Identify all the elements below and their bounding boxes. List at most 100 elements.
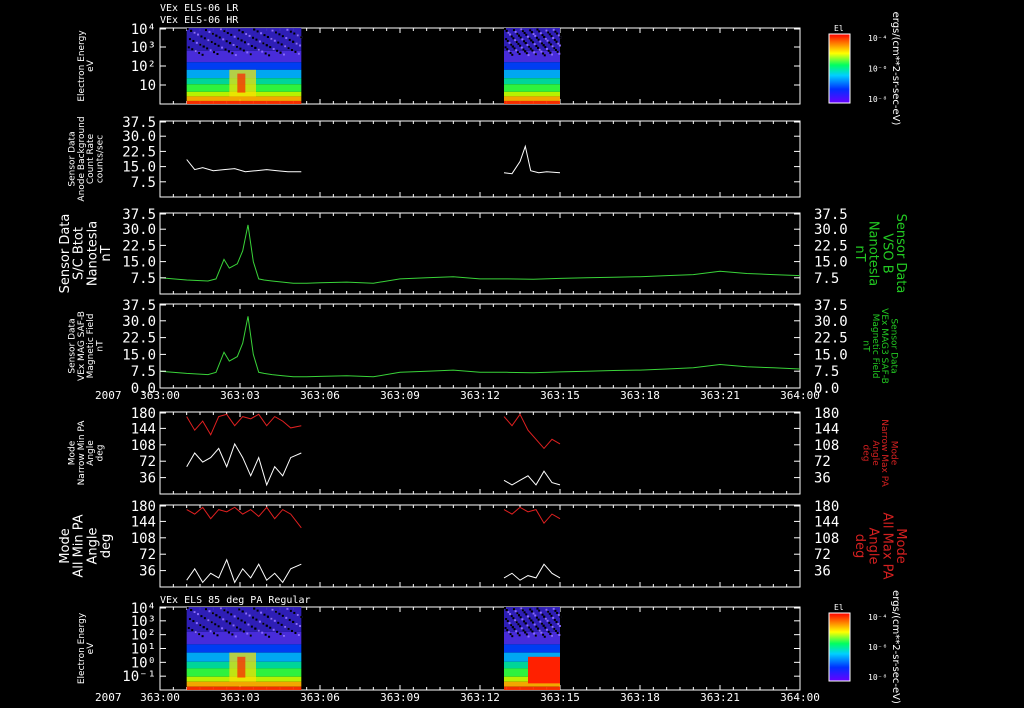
els_lr_hr_spectrogram-speckle [200,35,203,38]
els_85deg_pa-speckle [239,628,242,631]
els_85deg_pa-speckle [510,624,513,627]
y-tick-label: 22.5 [122,144,156,160]
els_lr_hr_spectrogram-speckle [274,31,277,34]
els_lr_hr_spectrogram-speckle [198,51,201,54]
els_lr_hr_spectrogram-speckle [272,47,275,50]
els_85deg_pa-speckle [245,612,248,615]
els_85deg_pa-speckle [505,609,508,612]
colorbar-tick: 10⁻⁶ [868,65,887,74]
time-label: 364:00 [780,691,820,704]
els_lr_hr_spectrogram-speckle [547,31,550,34]
els_lr_hr_spectrogram-speckle [517,42,520,45]
els_lr_hr_spectrogram-band [504,50,560,63]
els_lr_hr_spectrogram-speckle [263,34,266,37]
els_85deg_pa-speckle [281,614,284,617]
els_lr_hr_spectrogram-speckle [540,50,543,53]
els_85deg_pa-speckle [222,618,225,621]
y-tick-label-right: 144 [814,514,839,530]
y-tick-label: 180 [131,499,156,515]
els_lr_hr_spectrogram-speckle [548,41,551,44]
els_85deg_pa-speckle [551,634,554,637]
els_lr_hr_spectrogram-speckle [516,51,519,54]
all_mode_pa-series-1 [186,558,302,584]
els_lr_hr_spectrogram-speckle [557,42,560,45]
all_mode_pa-series-0 [186,506,302,529]
els_85deg_pa-speckle [550,614,553,617]
els_lr_hr_spectrogram-speckle [190,29,193,32]
els_lr_hr_spectrogram-speckle [242,49,245,52]
els_lr_hr_spectrogram-speckle [214,42,217,45]
els_85deg_pa-speckle [269,626,272,629]
els_85deg_pa-speckle [299,625,302,628]
els_85deg_pa-speckle [511,635,514,638]
els_lr_hr_spectrogram-speckle [527,54,530,57]
els_85deg_pa-speckle [279,632,282,635]
time-label: 363:06 [300,691,340,704]
els_lr_hr_spectrogram-hot [237,73,246,93]
vex-els-summary-plot: VEx ELS-06 LR VEx ELS-06 HR VEx ELS 85 d… [0,0,1024,708]
els_85deg_pa-speckle [504,627,507,630]
els_85deg_pa-speckle [517,623,520,626]
els_85deg_pa-speckle [519,616,522,619]
els_85deg_pa-speckle [190,609,193,612]
els_lr_hr_spectrogram-speckle [538,48,541,51]
els_lr_hr_spectrogram-speckle [526,43,529,46]
els_lr_hr_spectrogram-speckle [554,30,557,33]
els_lr_hr_spectrogram-speckle [261,50,264,53]
els_lr_hr_spectrogram-speckle [196,33,199,36]
els_lr_hr_spectrogram-speckle [559,36,562,39]
y-tick-label: 7.5 [131,364,156,380]
els_85deg_pa-speckle [198,633,201,636]
y-tick-label: 30.0 [122,222,156,238]
els_85deg_pa-speckle [536,607,539,610]
els_85deg_pa-speckle [547,610,550,613]
y-tick-label-right: 144 [814,421,839,437]
els_85deg_pa-speckle [534,634,537,637]
y-tick-label-right: 37.5 [814,298,848,314]
els_85deg_pa-band [186,686,302,690]
els_lr_hr_spectrogram-speckle [241,31,244,34]
panel-frame-2 [159,212,801,295]
els_lr_hr_spectrogram-speckle [557,34,560,37]
els_lr_hr_spectrogram-speckle [199,43,202,46]
els_85deg_pa-speckle [285,616,288,619]
els_lr_hr_spectrogram-speckle [543,54,546,57]
els_lr_hr_spectrogram-speckle [201,53,204,56]
els_85deg_pa-speckle [223,609,226,612]
els_85deg_pa-speckle [248,614,251,617]
colorbar-label: El [834,603,844,612]
y-tick-label: 10⁴ [131,22,156,38]
els_85deg_pa-speckle [507,631,510,634]
els_lr_hr_spectrogram-speckle [294,50,297,53]
els_lr_hr_spectrogram-speckle [287,47,290,50]
els_85deg_pa-speckle [507,611,510,614]
els_lr_hr_spectrogram-speckle [248,34,251,37]
els_85deg_pa-speckle [514,619,517,622]
els_85deg_pa-speckle [523,620,526,623]
els_lr_hr_spectrogram-speckle [225,40,228,43]
els_lr_hr_spectrogram-speckle [292,40,295,43]
y-tick-label: 72 [139,547,156,563]
els_85deg_pa-speckle [300,616,303,619]
els_85deg_pa-speckle [247,623,250,626]
bottom-panel-title: VEx ELS 85 deg PA Regular [160,595,311,606]
els_lr_hr_spectrogram-band [504,100,560,104]
els_85deg_pa-speckle [292,620,295,623]
els_lr_hr_spectrogram-speckle [524,50,527,53]
sc_bmag_vso-right-label-line: nT [852,245,867,261]
els_lr_hr_spectrogram-speckle [532,41,534,44]
els_lr_hr_spectrogram-speckle [187,46,190,49]
els_85deg_pa-speckle [187,627,190,630]
els_85deg_pa-speckle [559,616,562,619]
els_85deg_pa-speckle [215,614,218,617]
els_85deg_pa-speckle [208,610,211,613]
narrow_mode_pa-ylabel-line: deg [96,445,106,462]
els_85deg_pa-speckle [192,620,195,623]
els_85deg_pa-speckle [531,630,534,633]
els_lr_hr_spectrogram-speckle [538,30,541,33]
els_lr_hr_spectrogram-speckle [520,28,523,31]
y-tick-label-right: 22.5 [814,331,848,347]
narrow_mode_pa-series-1 [186,442,302,487]
all_mode_pa-ylabel-line: deg [99,534,114,559]
y-tick-label: 36 [139,471,156,487]
